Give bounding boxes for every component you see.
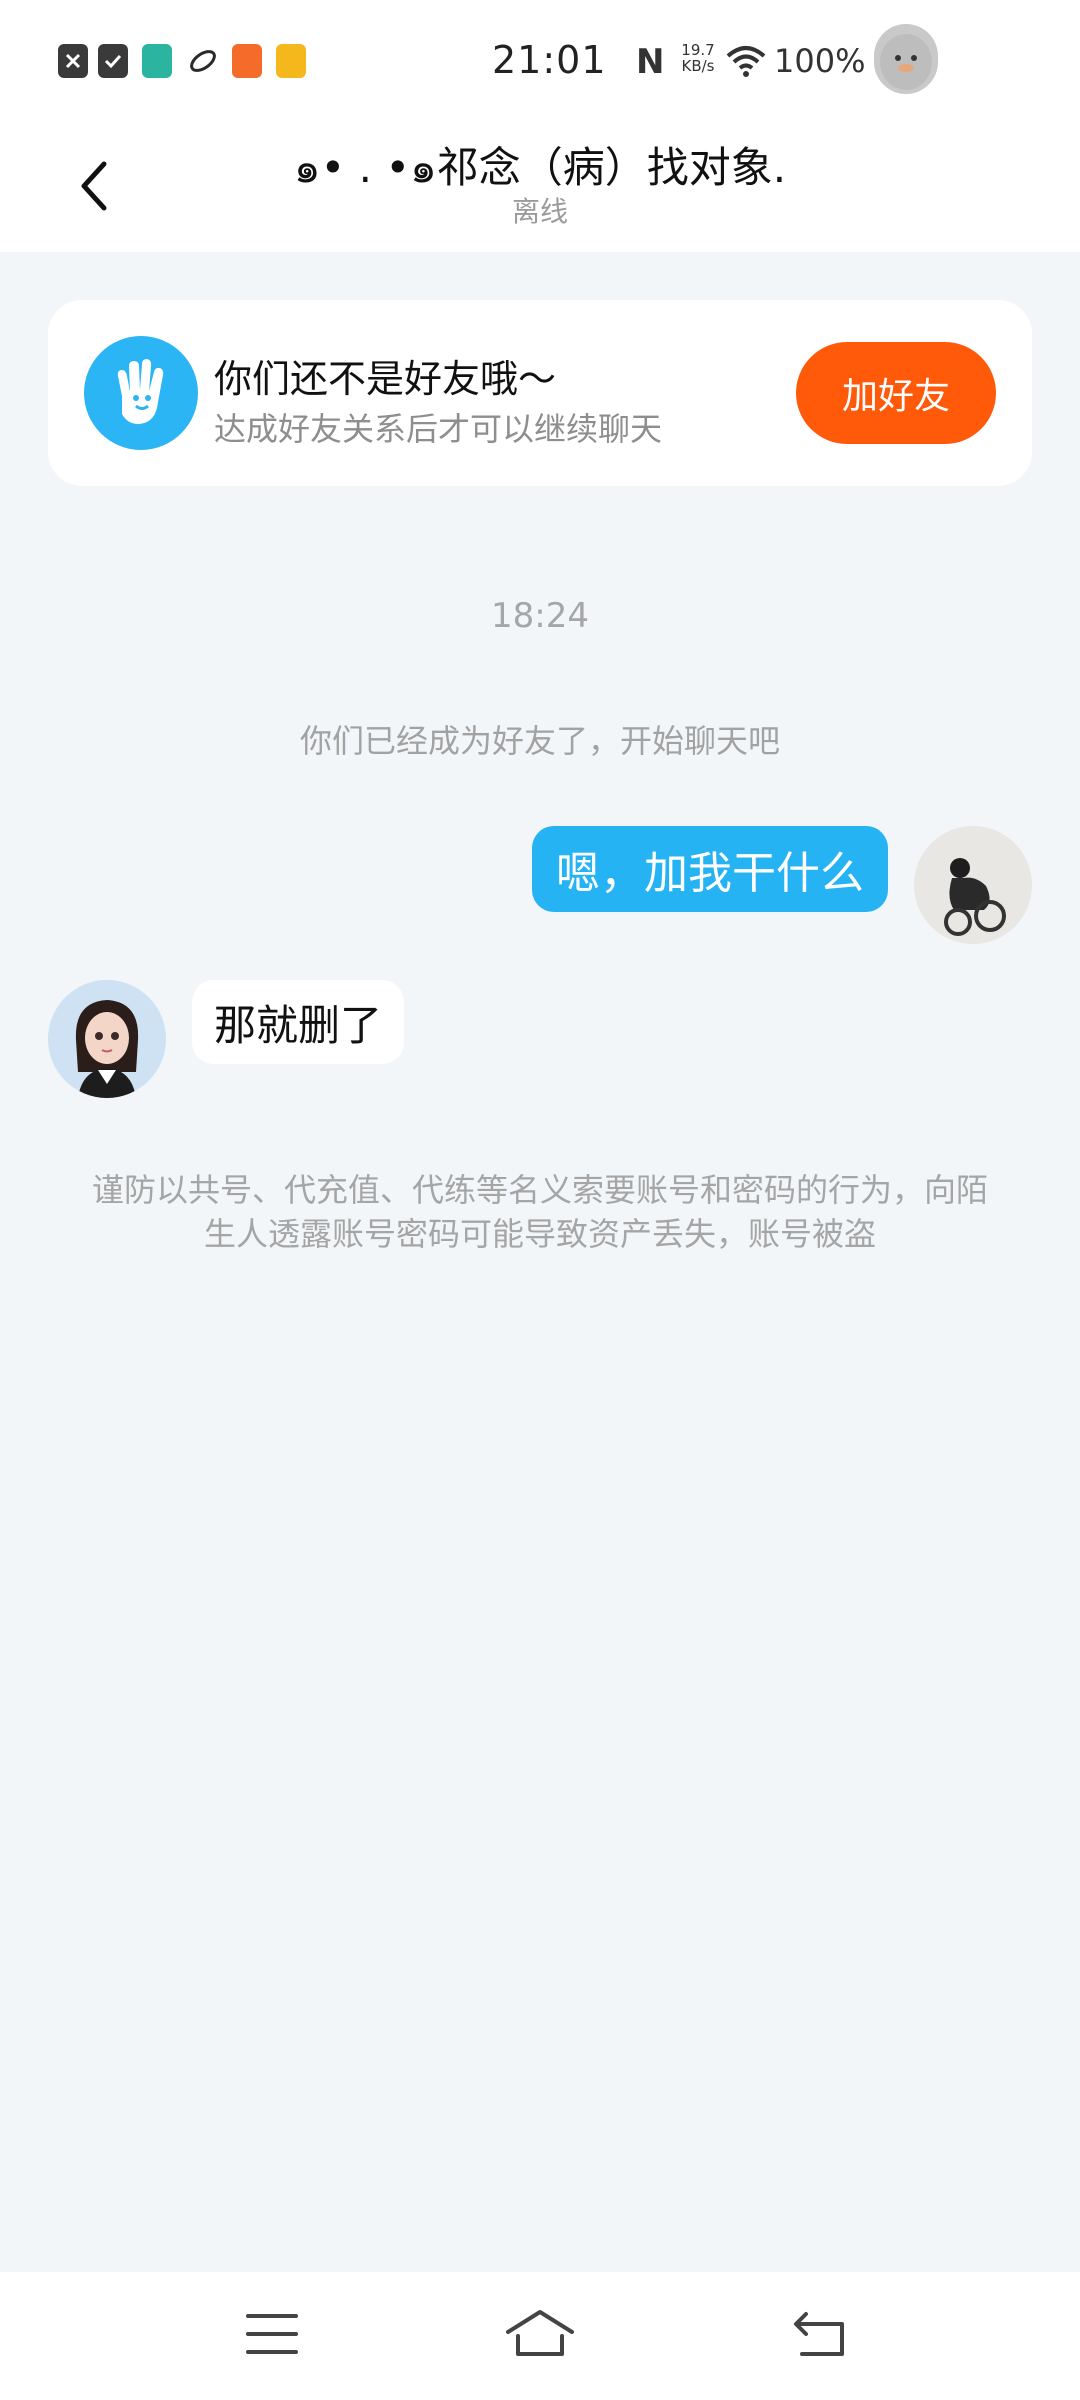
back-nav-icon[interactable]	[790, 2306, 854, 2362]
menu-icon[interactable]	[240, 2306, 304, 2362]
battery-percent: 100%	[774, 42, 866, 80]
chat-header: ๑• . •๑祁念（病）找对象. 离线	[0, 120, 1080, 252]
system-navigation-bar	[0, 2272, 1080, 2400]
wifi-icon	[726, 44, 766, 82]
not-friend-title: 你们还不是好友哦～	[214, 357, 557, 401]
assistant-avatar-icon[interactable]	[874, 24, 938, 94]
not-friend-subtitle: 达成好友关系后才可以继续聊天	[214, 410, 663, 448]
message-timestamp: 18:24	[491, 596, 589, 636]
security-warning: 谨防以共号、代充值、代练等名义索要账号和密码的行为，向陌生人透露账号密码可能导致…	[91, 1171, 988, 1253]
incoming-message-bubble[interactable]: 那就删了	[192, 980, 405, 1064]
game-app-icon	[142, 44, 172, 78]
add-friend-button[interactable]: 加好友	[796, 342, 996, 444]
status-time: 21:01	[492, 38, 607, 82]
nfc-icon: N	[636, 42, 665, 82]
orange-app-icon	[232, 44, 262, 78]
clipboard-check-icon	[98, 44, 128, 78]
system-message: 你们已经成为好友了，开始聊天吧	[299, 722, 780, 760]
my-avatar[interactable]	[914, 826, 1032, 944]
network-speed-value: 19.7	[681, 41, 715, 59]
online-status: 离线	[511, 195, 568, 228]
app-close-notification-icon	[58, 44, 88, 78]
back-arrow-icon[interactable]	[70, 156, 120, 216]
not-friend-card: 你们还不是好友哦～ 达成好友关系后才可以继续聊天 加好友	[48, 300, 1032, 486]
contact-avatar[interactable]	[48, 980, 166, 1098]
orbit-app-icon	[188, 44, 218, 78]
outgoing-message-bubble[interactable]: 嗯，加我干什么	[532, 826, 888, 912]
network-speed: 19.7 KB/s	[678, 42, 718, 74]
home-icon[interactable]	[504, 2306, 576, 2362]
status-bar: 21:01 N 19.7 KB/s 100%	[0, 0, 1080, 120]
hundred-app-icon	[276, 44, 306, 78]
screen: 21:01 N 19.7 KB/s 100% ๑• . •๑祁念（病）找对象. …	[0, 0, 1080, 2400]
wave-hand-icon	[84, 336, 198, 450]
network-speed-unit: KB/s	[681, 57, 715, 75]
